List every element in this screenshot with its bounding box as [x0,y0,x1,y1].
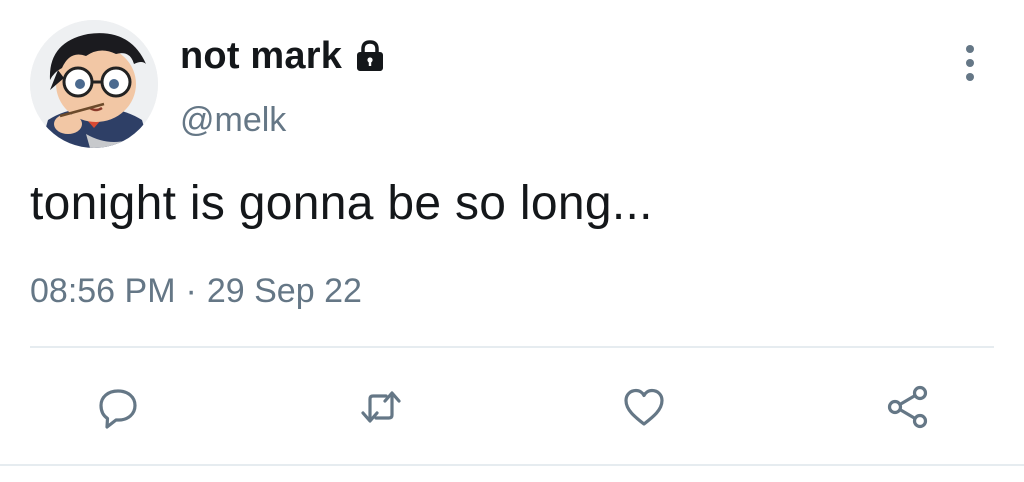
meta-separator: · [185,272,197,310]
retweet-icon [361,391,401,423]
divider [0,464,1024,466]
user-handle[interactable]: @melk [180,101,286,140]
tweet-time[interactable]: 08:56 PM [30,272,176,311]
tweet-text: tonight is gonna be so long... [30,177,653,230]
heart-icon [624,388,664,426]
lock-icon [352,38,388,74]
avatar-image [30,20,158,148]
tweet-date[interactable]: 29 Sep 22 [207,272,362,311]
retweet-button[interactable] [355,382,407,432]
display-name-row: not mark [180,34,388,78]
action-bar [0,382,1024,432]
share-icon [887,385,928,429]
more-vertical-icon [966,45,974,81]
share-button[interactable] [882,382,934,432]
divider [30,346,994,348]
avatar[interactable] [30,20,158,148]
display-name[interactable]: not mark [180,35,342,78]
reply-icon [99,389,137,429]
like-button[interactable] [618,382,670,432]
reply-button[interactable] [92,382,144,432]
tweet-metadata: 08:56 PM · 29 Sep 22 [30,272,362,311]
more-options-button[interactable] [955,42,985,84]
